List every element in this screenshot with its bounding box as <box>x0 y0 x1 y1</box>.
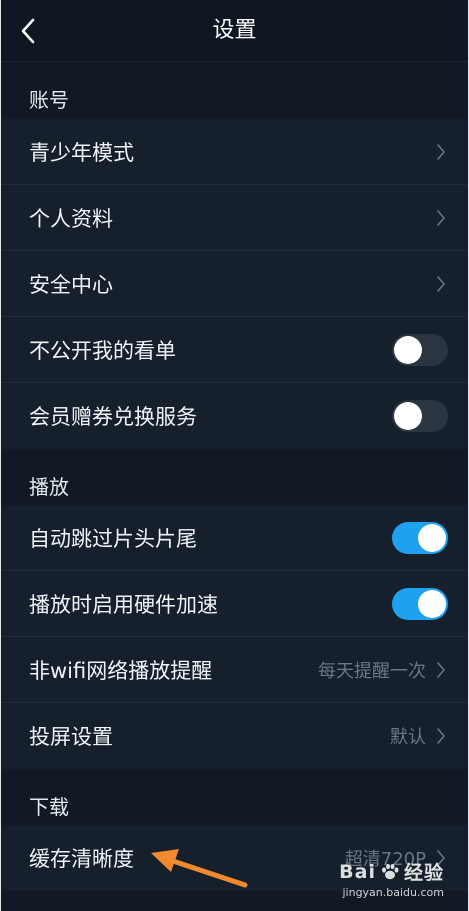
page-title: 设置 <box>212 18 257 43</box>
back-button[interactable] <box>13 14 43 48</box>
row-label: 缓存清晰度 <box>29 847 134 871</box>
row-coupon-redeem: 会员赠券兑换服务 <box>1 383 468 449</box>
section-header-download: 下载 <box>1 769 468 825</box>
row-value: 每天提醒一次 <box>318 660 426 682</box>
row-security-center[interactable]: 安全中心 <box>1 251 468 317</box>
skip-intro-outro-toggle[interactable] <box>392 521 448 554</box>
settings-screen: 设置 账号 青少年模式 个人资料 安全中心 不公开我的看单 会员赠券兑换服务 播… <box>0 0 469 911</box>
row-skip-intro-outro: 自动跳过片头片尾 <box>1 505 468 571</box>
chevron-right-icon <box>436 143 446 161</box>
chevron-right-icon <box>436 727 446 745</box>
section-header-account: 账号 <box>1 62 468 119</box>
chevron-right-icon <box>436 661 446 679</box>
watermark-brand: Bai 经验 <box>339 858 444 885</box>
toggle-knob <box>418 523 446 552</box>
row-cast-settings[interactable]: 投屏设置 默认 <box>1 703 468 769</box>
row-label: 播放时启用硬件加速 <box>29 592 218 617</box>
hardware-acceleration-toggle[interactable] <box>392 587 448 620</box>
row-label: 自动跳过片头片尾 <box>29 526 197 551</box>
nav-bar: 设置 <box>1 0 468 62</box>
row-label: 投屏设置 <box>29 725 113 749</box>
paw-icon <box>381 863 399 879</box>
watermark-brand-left: Bai <box>339 860 376 883</box>
row-value: 默认 <box>390 727 426 748</box>
row-label: 不公开我的看单 <box>29 338 176 363</box>
chevron-right-icon <box>436 275 446 293</box>
row-label: 非wifi网络播放提醒 <box>29 658 213 683</box>
row-label: 个人资料 <box>29 206 113 231</box>
baidu-jingyan-watermark: Bai 经验 jingyan.baidu.com <box>339 858 444 900</box>
row-label: 安全中心 <box>29 272 113 297</box>
toggle-knob <box>394 402 422 430</box>
row-non-wifi-reminder[interactable]: 非wifi网络播放提醒 每天提醒一次 <box>1 637 468 703</box>
hide-watchlist-toggle[interactable] <box>392 333 448 366</box>
section-header-playback: 播放 <box>1 449 468 505</box>
toggle-knob <box>418 589 446 618</box>
row-hardware-acceleration: 播放时启用硬件加速 <box>1 571 468 637</box>
watermark-brand-right: 经验 <box>403 862 444 884</box>
row-label: 会员赠券兑换服务 <box>29 405 197 429</box>
chevron-left-icon <box>21 18 35 44</box>
chevron-right-icon <box>436 209 446 227</box>
coupon-redeem-toggle[interactable] <box>392 400 448 432</box>
toggle-knob <box>394 335 422 364</box>
row-profile[interactable]: 个人资料 <box>1 185 468 251</box>
watermark-url: jingyan.baidu.com <box>342 886 444 899</box>
row-label: 青少年模式 <box>29 140 134 165</box>
row-hide-watchlist: 不公开我的看单 <box>1 317 468 383</box>
row-teen-mode[interactable]: 青少年模式 <box>1 119 468 185</box>
